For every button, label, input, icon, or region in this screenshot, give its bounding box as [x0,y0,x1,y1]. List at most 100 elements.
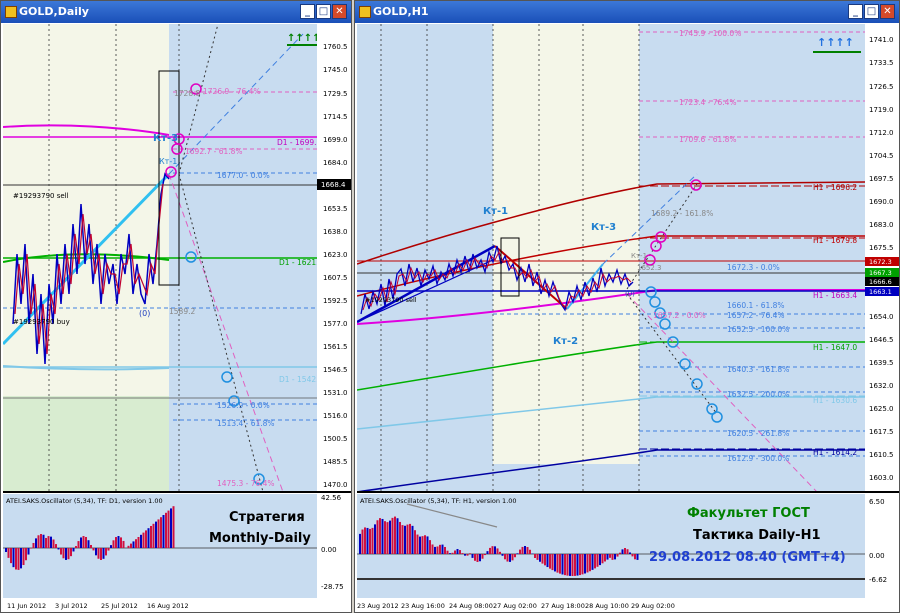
svg-text:1712.0: 1712.0 [869,129,894,137]
oscillator-bar [449,553,451,554]
oscillator-bar [62,548,65,559]
osc-tick: 6.50 [869,498,885,506]
svg-text:1500.5: 1500.5 [323,435,348,443]
oscillator-bar [526,547,529,554]
svg-text:1719.0: 1719.0 [869,106,894,114]
oscillator-bar [469,553,471,554]
oscillator-bar [170,508,172,548]
oscillator-bar [556,554,559,573]
oscillator-bar [454,550,456,554]
oscillator-bar [429,540,431,554]
titlebar[interactable]: GOLD,H1 _ □ ✕ [355,1,899,23]
svg-text:1714.5: 1714.5 [323,113,348,121]
oscillator-bar [494,546,496,554]
oscillator-bar [489,547,491,554]
fib-label: 1526.9 - 0.0% [217,401,270,410]
minimize-button[interactable]: _ [300,4,315,19]
oscillator-bar [7,548,10,558]
svg-text:27 Aug 02:00: 27 Aug 02:00 [493,602,537,610]
svg-text:24 Aug 08:00: 24 Aug 08:00 [449,602,493,610]
order-label: #19293790 buy [13,318,70,326]
oscillator-bar [90,544,92,548]
gold-daily-window[interactable]: GOLD,Daily _ □ ✕ ↑↑↑↑ 1728.8 - 1726.9 - … [0,0,352,613]
fib-label: 1728.8 - [174,89,206,98]
oscillator-bar [32,542,35,548]
oscillator-bar [611,554,614,560]
oscillator-bar [614,554,616,560]
svg-text:H1 - 1647.0: H1 - 1647.0 [813,343,857,352]
oscillator-bar [369,528,371,554]
svg-text:1726.5: 1726.5 [869,83,894,91]
oscillator-bar [55,544,57,548]
close-button[interactable]: ✕ [880,4,895,19]
oscillator-bar [426,536,429,554]
oscillator-bar [37,535,40,548]
svg-text:1531.0: 1531.0 [323,389,348,397]
h1-chart[interactable]: ↑↑↑↑ 1745.9 - 100.0% 1723.4 - 76.4% 1709… [357,24,899,612]
close-button[interactable]: ✕ [332,4,347,19]
svg-text:1485.5: 1485.5 [323,458,348,466]
oscillator-bar [626,549,629,554]
svg-text:1652.5 - 100.0%: 1652.5 - 100.0% [727,325,789,334]
price-tag-text: 1663.1 [869,288,892,296]
window-title: GOLD,Daily [19,5,89,18]
svg-text:3 Jul 2012: 3 Jul 2012 [55,602,88,610]
zero-label: (0) [139,309,150,318]
oscillator-bar [371,527,374,554]
oscillator-bar [446,550,449,554]
svg-text:1729.5: 1729.5 [323,90,348,98]
oscillator-bar [539,554,541,562]
d1-label: D1 - 1699.1 [277,138,321,147]
oscillator-bar [471,554,474,558]
maximize-button[interactable]: □ [316,4,331,19]
minimize-button[interactable]: _ [848,4,863,19]
oscillator-bar [549,554,551,569]
osc-tick: 0.00 [321,546,337,554]
fib-label: 1589.2 [169,307,195,316]
price-tag-text: 1672.3 [869,258,892,266]
osc-tick: -6.62 [869,576,887,584]
svg-text:1516.0: 1516.0 [323,412,348,420]
oscillator-bar [576,554,579,576]
oscillator-bar [165,512,167,548]
arrows-indicator: ↑↑↑↑ [287,33,321,44]
svg-text:H1 - 1630.6: H1 - 1630.6 [813,396,857,405]
oscillator-bar [140,534,142,548]
oscillator-bar [110,545,112,548]
svg-text:25 Jul 2012: 25 Jul 2012 [101,602,138,610]
oscillator-bar [499,551,501,554]
daily-chart[interactable]: ↑↑↑↑ 1728.8 - 1726.9 - 76.4% 1692.7 - 61… [3,24,351,612]
oscillator-bar [546,554,549,568]
svg-text:1623.0: 1623.0 [323,251,348,259]
oscillator-bar [599,554,601,566]
titlebar[interactable]: GOLD,Daily _ □ ✕ [1,1,351,23]
oscillator-bar [82,536,85,548]
oscillator-bar [105,548,107,556]
oscillator-bar [414,530,416,554]
oscillator-bar [406,524,409,554]
maximize-button[interactable]: □ [864,4,879,19]
window-title: GOLD,H1 [373,5,429,18]
current-price-text: 1668.4 [321,181,346,189]
oscillator-bar [45,537,47,548]
oscillator-bar [481,554,484,559]
oscillator-bar [586,554,589,573]
oscillator-bar [366,527,369,554]
oscillator-bar [589,554,591,572]
svg-text:1639.5: 1639.5 [869,359,894,367]
oscillator-bar [541,554,544,564]
oscillator-bar [374,524,376,554]
datetime-label: 29.08.2012 08.40 (GMT+4) [649,550,846,565]
oscillator-bar [150,526,152,548]
svg-text:1640.3 - 161.8%: 1640.3 - 161.8% [727,365,789,374]
gold-h1-window[interactable]: GOLD,H1 _ □ ✕ ↑↑↑↑ 1745.9 - 100.0% 1723.… [354,0,900,613]
oscillator-bar [160,517,162,548]
svg-text:11 Jun 2012: 11 Jun 2012 [7,602,46,610]
oscillator-bar [72,548,75,552]
oscillator-bar [137,537,140,548]
oscillator-bar [102,548,105,559]
oscillator-bar [132,541,135,548]
oscillator-bar [496,548,499,554]
oscillator-bar [394,516,396,554]
oscillator-bar [15,548,17,570]
